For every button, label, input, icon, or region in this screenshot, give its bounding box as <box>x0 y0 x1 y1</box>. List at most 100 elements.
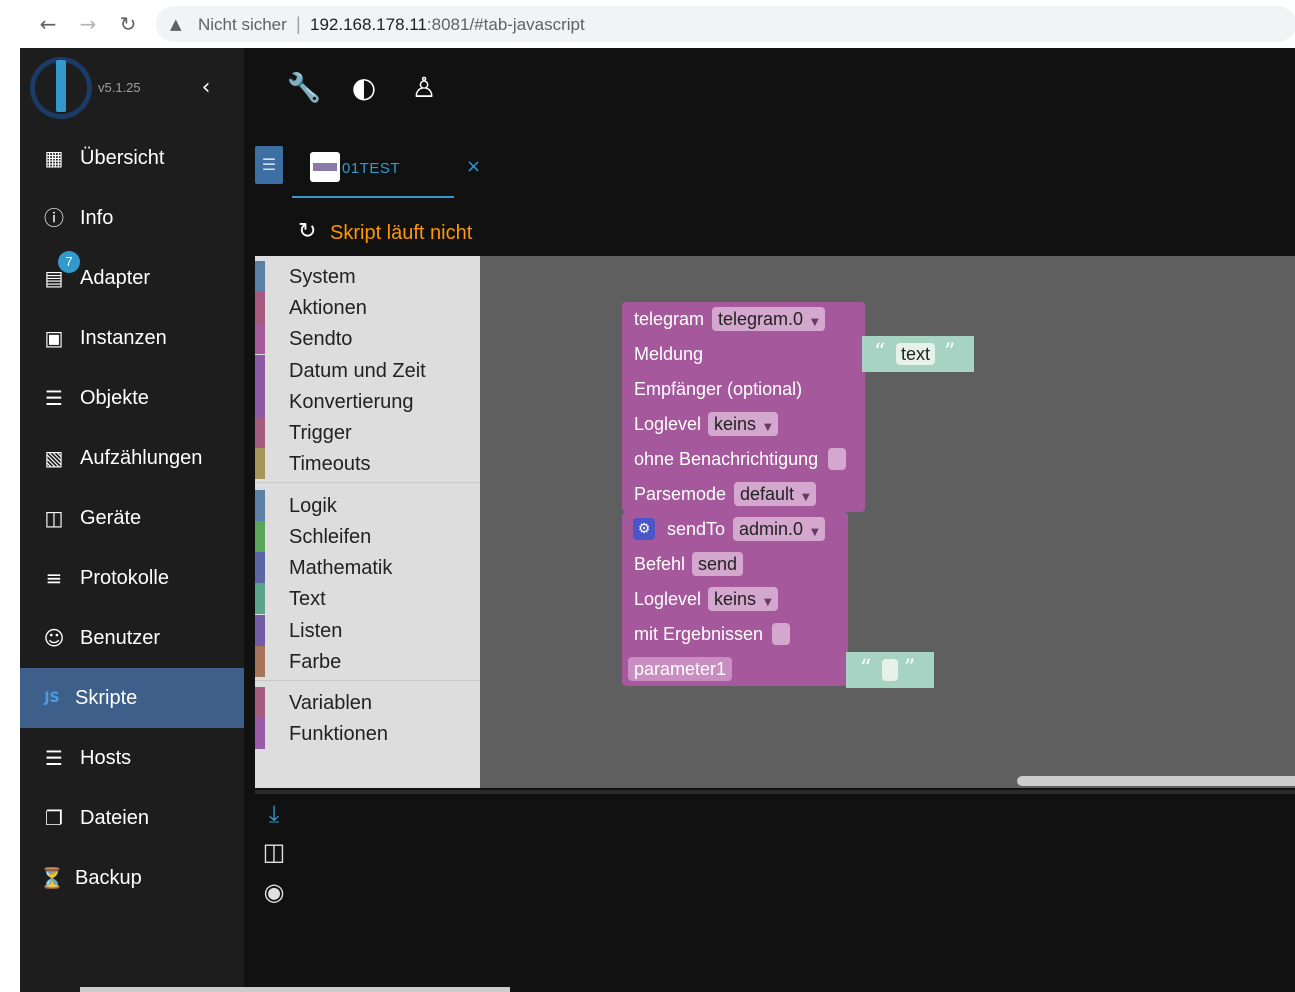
befehl-field[interactable]: send <box>692 552 744 576</box>
sidebar-item-hosts[interactable]: ☰ Hosts <box>20 728 244 788</box>
files-icon: ❐ <box>45 806 63 830</box>
apps-grid-icon: ▦ <box>44 146 64 170</box>
sidebar-item-benutzer[interactable]: ☺ Benutzer <box>20 608 244 668</box>
app-window: ← → ↻ ▲ Nicht sicher | 192.168.178.11:80… <box>0 0 1295 992</box>
toolbox-category-logik[interactable]: Logik <box>255 490 480 521</box>
toolbox-category-mathematik[interactable]: Mathematik <box>255 552 480 583</box>
gear-icon[interactable]: ⚙ <box>633 518 655 540</box>
url-separator: | <box>296 14 301 34</box>
toolbox-category-sendto[interactable]: Sendto <box>255 323 480 354</box>
category-label: Mathematik <box>289 557 393 579</box>
category-label: Funktionen <box>289 723 388 745</box>
category-label: Datum und Zeit <box>289 360 426 382</box>
url-text[interactable]: 192.168.178.11:8081/#tab-javascript <box>310 15 585 35</box>
empty-text-literal-block[interactable]: “ ” <box>846 652 934 688</box>
sidebar-item-label: Protokolle <box>80 567 169 589</box>
sidebar-item-uebersicht[interactable]: ▦ Übersicht <box>20 128 244 188</box>
toolbox-category-schleifen[interactable]: Schleifen <box>255 521 480 552</box>
category-label: Logik <box>289 495 337 517</box>
text-literal-block[interactable]: “ text ” <box>862 336 974 372</box>
split-view-icon[interactable]: ◫ <box>258 836 290 868</box>
sidebar-item-aufzaehlungen[interactable]: ▧ Aufzählungen <box>20 428 244 488</box>
sidebar-item-backup[interactable]: ⏳ Backup <box>20 848 244 908</box>
sidebar-item-skripte[interactable]: JS Skripte <box>20 668 244 728</box>
wrench-icon[interactable]: 🔧 <box>286 70 322 106</box>
close-quote: ” <box>904 656 916 681</box>
toolbox-category-listen[interactable]: Listen <box>255 615 480 646</box>
toolbox-category-trigger[interactable]: Trigger <box>255 417 480 448</box>
script-list-toggle-button[interactable]: ☰ <box>255 146 283 184</box>
dropdown-arrow-icon: ▼ <box>811 527 819 538</box>
category-label: Text <box>289 588 326 610</box>
warning-triangle-icon: ▲ <box>170 15 182 33</box>
category-label: Timeouts <box>289 453 371 475</box>
toolbox-category-farbe[interactable]: Farbe <box>255 646 480 677</box>
back-arrow-icon[interactable]: ← <box>34 10 62 38</box>
sidebar-item-label: Adapter <box>80 267 151 289</box>
sidebar-item-instanzen[interactable]: ▣ Instanzen <box>20 308 244 368</box>
expert-mode-icon[interactable]: ♙ <box>406 70 442 106</box>
sidebar-item-label: Benutzer <box>80 627 161 649</box>
toolbox-category-system[interactable]: System <box>255 261 480 292</box>
sidebar-item-geraete[interactable]: ◫ Geräte <box>20 488 244 548</box>
download-icon[interactable]: ⤓ <box>258 798 290 830</box>
telegram-block[interactable] <box>622 302 865 512</box>
sidebar-item-info[interactable]: ⓘ Info <box>20 188 244 248</box>
parsemode-label: Parsemode <box>634 484 727 504</box>
toolbox-category-text[interactable]: Text <box>255 583 480 614</box>
enum-icon: ▧ <box>44 446 64 470</box>
parsemode-dropdown[interactable]: default ▼ <box>734 482 816 506</box>
sidebar-item-objekte[interactable]: ☰ Objekte <box>20 368 244 428</box>
telegram-block-title: telegram <box>634 309 705 329</box>
sidebar-item-label: Backup <box>75 867 142 889</box>
collapse-sidebar-chevron-icon[interactable]: ‹ <box>194 76 218 100</box>
telegram-instance-dropdown[interactable]: telegram.0 ▼ <box>712 307 825 331</box>
toolbox-category-timeouts[interactable]: Timeouts <box>255 448 480 479</box>
sendto-instance-dropdown[interactable]: admin.0 ▼ <box>733 517 825 541</box>
close-tab-icon[interactable]: × <box>466 156 481 177</box>
brightness-icon[interactable]: ◐ <box>346 70 382 106</box>
empty-text-field[interactable] <box>882 659 898 681</box>
sidebar-item-protokolle[interactable]: ≡ Protokolle <box>20 548 244 608</box>
toolbox-category-funktionen[interactable]: Funktionen <box>255 718 480 749</box>
telegram-loglevel-dropdown[interactable]: keins ▼ <box>708 412 778 436</box>
forward-arrow-icon[interactable]: → <box>74 10 102 38</box>
workspace-horizontal-scrollbar[interactable] <box>1017 776 1295 786</box>
sidebar-item-label: Skripte <box>75 687 138 709</box>
eye-off-icon[interactable]: ◉ <box>258 876 290 908</box>
reload-icon[interactable]: ↻ <box>114 10 142 38</box>
category-label: Farbe <box>289 651 342 673</box>
toolbox-category-aktionen[interactable]: Aktionen <box>255 292 480 323</box>
sendto-loglevel-dropdown[interactable]: keins ▼ <box>708 587 778 611</box>
text-literal-field[interactable]: text <box>896 343 936 365</box>
results-checkbox[interactable] <box>772 623 790 645</box>
window-bottom-scrollbar <box>80 987 510 992</box>
toolbox-category-datum-und-zeit[interactable]: Datum und Zeit <box>255 355 480 386</box>
sidebar-item-label: Aufzählungen <box>80 447 203 469</box>
meldung-label: Meldung <box>634 344 704 364</box>
toolbox-category-konvertierung[interactable]: Konvertierung <box>255 386 480 417</box>
open-quote: “ <box>874 340 886 365</box>
category-label: Trigger <box>289 422 352 444</box>
iobroker-logo <box>30 57 92 119</box>
javascript-icon: JS <box>44 690 60 706</box>
address-bar[interactable]: ▲ Nicht sicher | 192.168.178.11:8081/#ta… <box>156 6 1295 42</box>
splitter-bar[interactable] <box>255 790 1295 794</box>
sidebar-item-dateien[interactable]: ❐ Dateien <box>20 788 244 848</box>
sidebar-item-label: Info <box>80 207 114 229</box>
sidebar-item-adapter[interactable]: ▤ 7 Adapter <box>20 248 244 308</box>
silent-checkbox[interactable] <box>828 448 846 470</box>
dropdown-value: default <box>740 484 795 504</box>
toolbox-category-variablen[interactable]: Variablen <box>255 687 480 718</box>
toolbox-separator <box>255 680 480 681</box>
instances-icon: ▣ <box>44 326 64 350</box>
dropdown-value: keins <box>714 589 757 609</box>
info-icon: ⓘ <box>44 206 64 230</box>
sidebar-item-label: Geräte <box>80 507 142 529</box>
update-count-badge: 7 <box>58 251 80 273</box>
category-label: System <box>289 266 356 288</box>
restart-icon[interactable]: ↻ <box>298 220 322 244</box>
tab-01test[interactable]: 01TEST × <box>292 142 481 198</box>
blockly-workspace[interactable]: telegram telegram.0 ▼ Meldung “ text ” Em… <box>480 256 1295 788</box>
parameter1-field[interactable]: parameter1 <box>628 657 733 681</box>
